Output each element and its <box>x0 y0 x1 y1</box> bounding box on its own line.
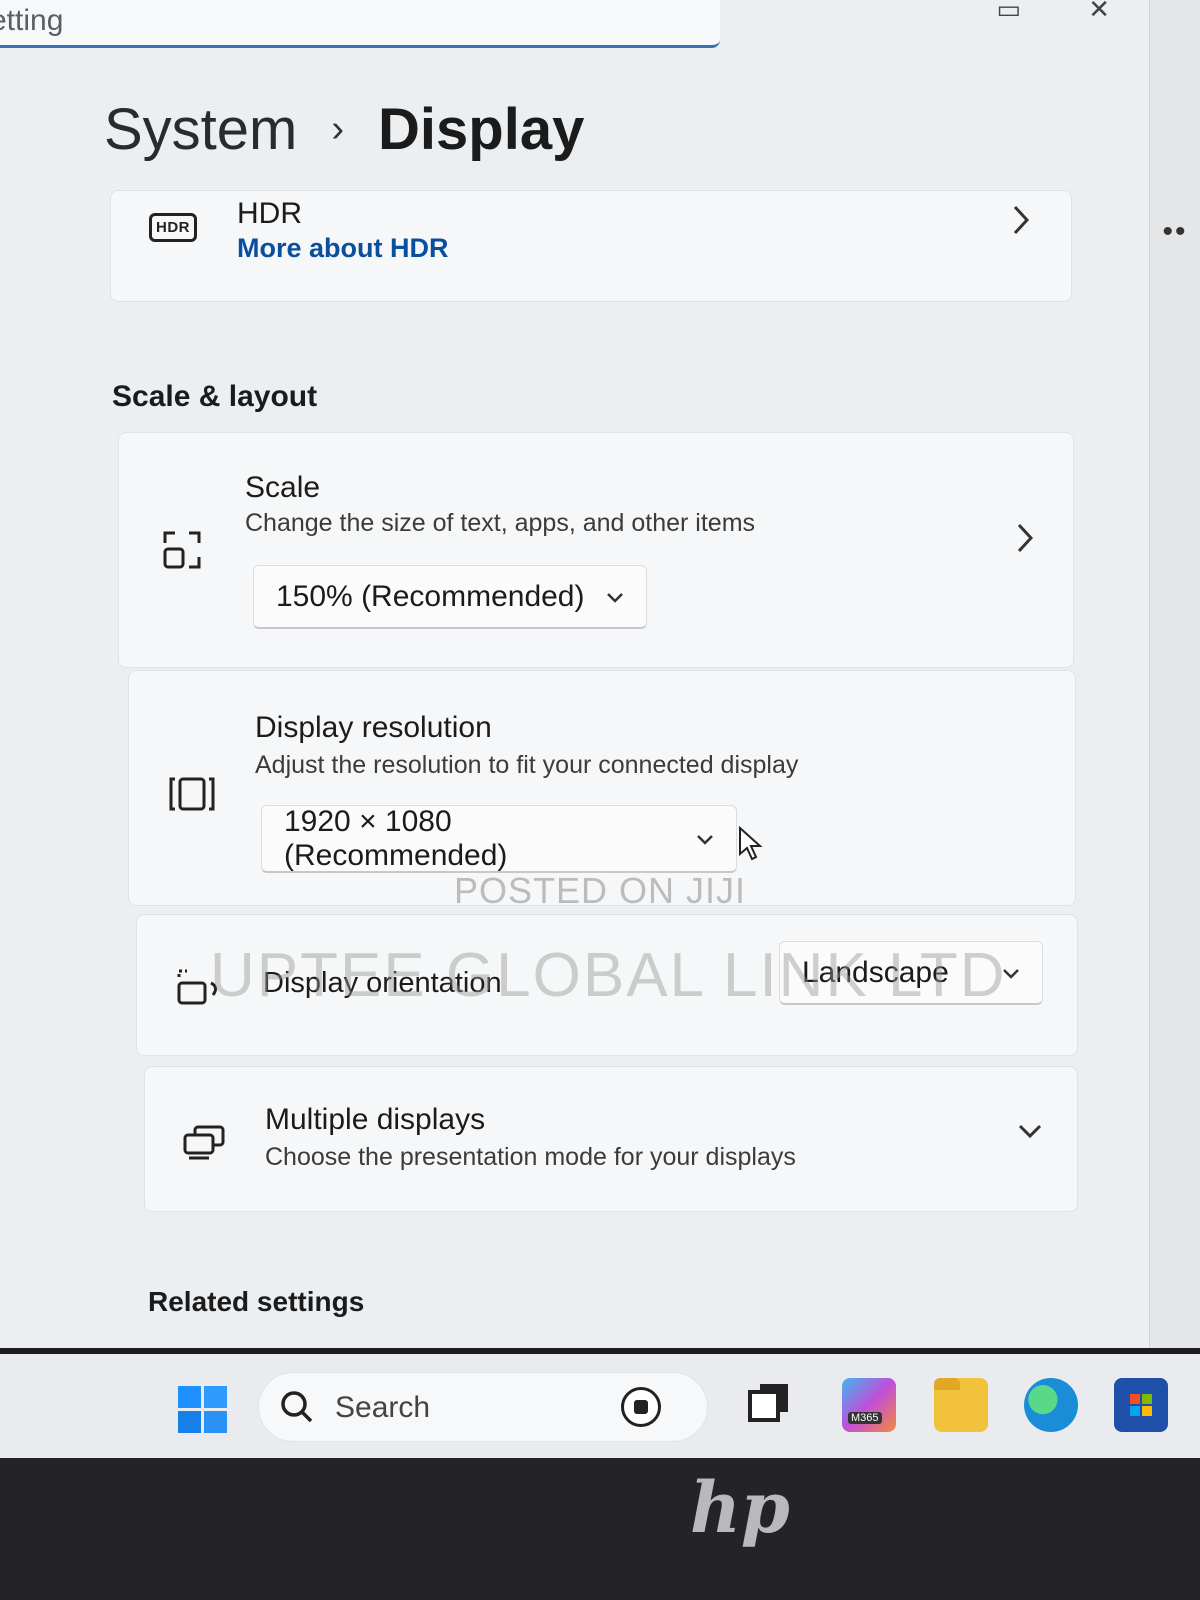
hdr-title: HDR <box>237 197 302 230</box>
settings-search-box[interactable]: etting <box>0 0 720 48</box>
resolution-title: Display resolution <box>255 711 492 744</box>
mouse-cursor-icon <box>738 825 764 867</box>
multiple-displays-card[interactable]: Multiple displays Choose the presentatio… <box>144 1066 1078 1212</box>
window-controls: ▭ ✕ <box>936 0 1110 25</box>
start-button[interactable] <box>178 1386 228 1439</box>
scale-dropdown-value: 150% (Recommended) <box>276 579 585 613</box>
resolution-description: Adjust the resolution to fit your connec… <box>255 751 799 779</box>
taskbar: Search M365 <box>0 1348 1200 1458</box>
more-about-hdr-link[interactable]: More about HDR <box>237 233 449 264</box>
resolution-icon <box>169 775 215 818</box>
chevron-right-icon <box>1011 203 1031 246</box>
microsoft-store-icon[interactable] <box>1114 1378 1168 1432</box>
page-title: Display <box>378 97 585 162</box>
more-options-icon[interactable]: •• <box>1150 215 1200 249</box>
watermark-posted: POSTED ON JIJI <box>454 870 747 911</box>
scale-layout-heading: Scale & layout <box>112 380 318 413</box>
search-icon <box>279 1389 315 1430</box>
taskbar-search[interactable]: Search <box>258 1372 708 1442</box>
scale-title: Scale <box>245 471 321 504</box>
hp-logo: hp <box>690 1466 790 1549</box>
multiple-displays-title: Multiple displays <box>265 1103 486 1136</box>
taskbar-search-label: Search <box>335 1391 431 1424</box>
multiple-displays-description: Choose the presentation mode for your di… <box>265 1143 796 1171</box>
settings-window: etting ▭ ✕ System › Display HDR HDR More… <box>0 0 1150 1348</box>
chevron-right-icon <box>1015 521 1035 564</box>
maximize-button[interactable]: ▭ <box>996 0 1021 24</box>
title-bar: etting ▭ ✕ <box>0 0 1150 62</box>
background-window-edge: •• <box>1150 0 1200 1348</box>
related-settings-heading: Related settings <box>148 1286 365 1317</box>
file-explorer-icon[interactable] <box>934 1378 988 1432</box>
task-view-icon[interactable] <box>748 1382 790 1424</box>
scale-icon <box>161 529 203 576</box>
chevron-down-icon <box>696 826 714 852</box>
breadcrumb: System › Display <box>104 96 584 163</box>
hdr-icon: HDR <box>149 213 197 242</box>
chevron-down-icon <box>606 584 624 610</box>
scale-dropdown[interactable]: 150% (Recommended) <box>253 565 647 629</box>
scale-description: Change the size of text, apps, and other… <box>245 509 756 537</box>
scale-card[interactable]: Scale Change the size of text, apps, and… <box>118 432 1074 668</box>
close-button[interactable]: ✕ <box>1088 0 1110 24</box>
m365-badge: M365 <box>848 1412 882 1424</box>
m365-copilot-icon[interactable]: M365 <box>842 1378 896 1432</box>
settings-search-text: etting <box>0 4 64 37</box>
edge-browser-icon[interactable] <box>1024 1378 1078 1432</box>
resolution-dropdown-value: 1920 × 1080 (Recommended) <box>284 804 508 872</box>
watermark-company: UPTEE GLOBAL LINK LTD <box>210 941 1007 1010</box>
laptop-bezel: hp <box>0 1458 1200 1600</box>
chevron-down-icon <box>1017 1111 1043 1150</box>
breadcrumb-separator-icon: › <box>331 108 345 150</box>
resolution-dropdown[interactable]: 1920 × 1080 (Recommended) <box>261 805 737 873</box>
multiple-displays-icon <box>183 1125 227 1166</box>
search-highlight-soccer-icon[interactable] <box>621 1387 661 1427</box>
breadcrumb-system[interactable]: System <box>104 96 297 163</box>
hdr-card[interactable]: HDR HDR More about HDR <box>110 190 1072 302</box>
